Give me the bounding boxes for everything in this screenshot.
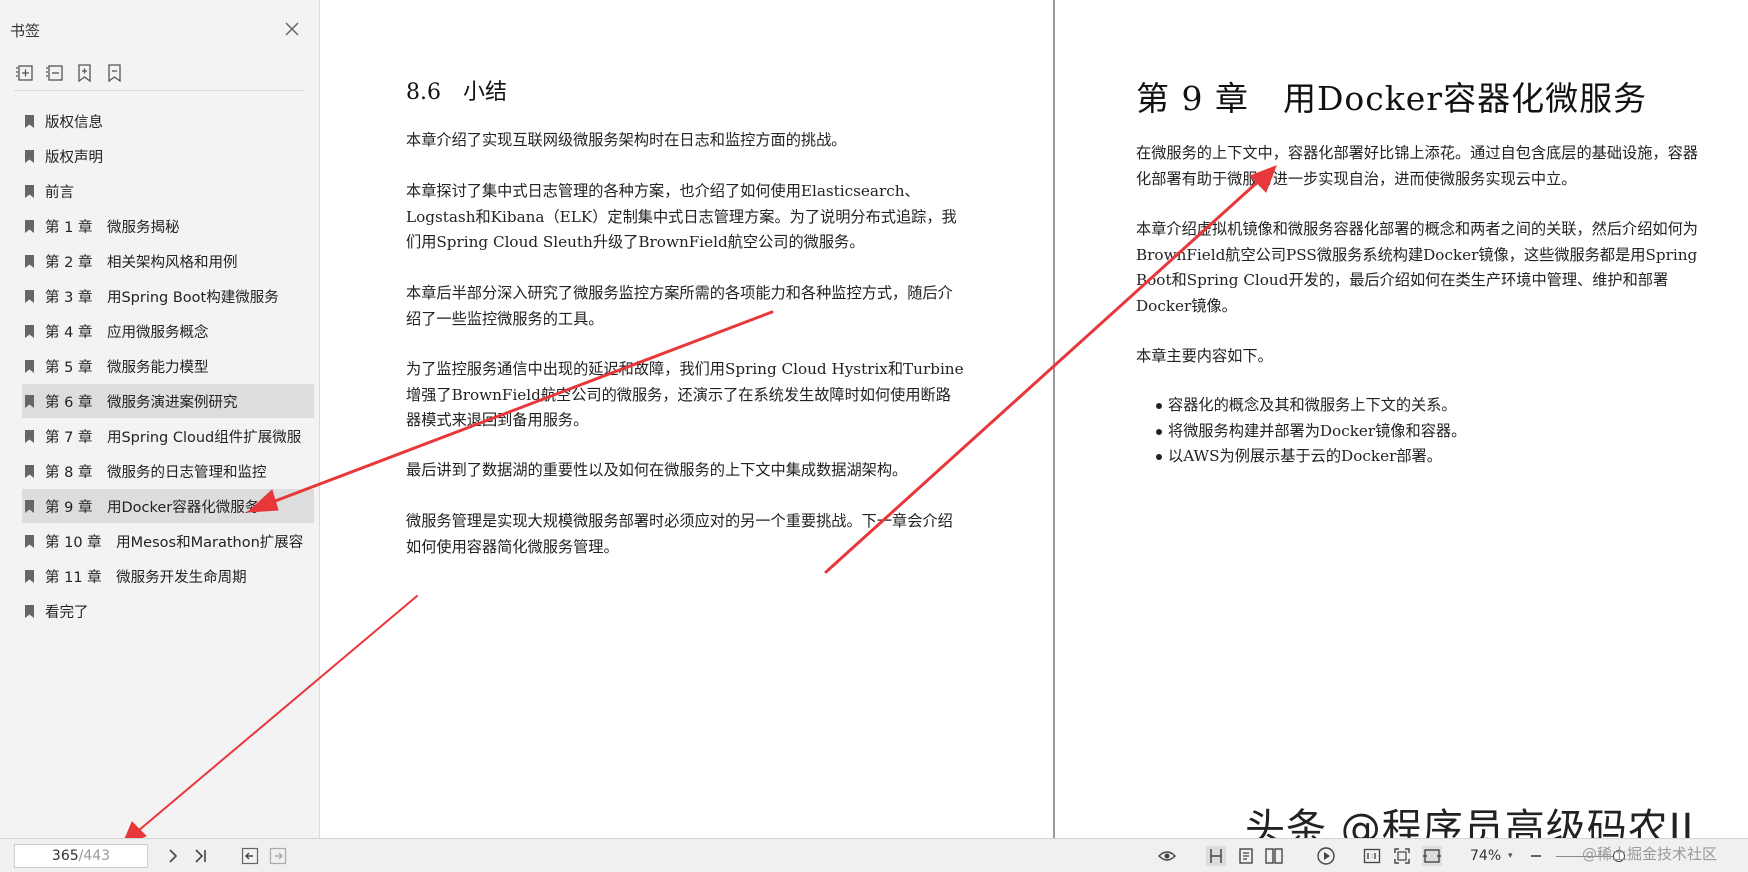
paragraph: 为了监控服务通信中出现的延迟和故障，我们用Spring Cloud Hystri… (406, 360, 964, 429)
bookmark-label: 前言 (45, 184, 74, 201)
bookmark-item[interactable]: 第 6 章 微服务演进案例研究 (22, 384, 314, 418)
delete-bookmark-icon[interactable] (104, 62, 126, 84)
page-number-input[interactable]: 365/443 (14, 844, 148, 868)
fit-width-icon[interactable] (1422, 846, 1442, 866)
bookmark-toolbar (14, 60, 304, 91)
play-icon[interactable] (1316, 846, 1336, 866)
bookmark-label: 第 10 章 用Mesos和Marathon扩展容 (45, 534, 304, 551)
bookmark-label: 第 4 章 应用微服务概念 (45, 324, 209, 341)
list-item: 容器化的概念及其和微服务上下文的关系。 (1136, 393, 1696, 419)
next-page-icon[interactable] (163, 846, 183, 866)
bookmark-item[interactable]: 第 8 章 微服务的日志管理和监控 (22, 454, 314, 488)
paragraph: 本章主要内容如下。 (1136, 347, 1273, 365)
bookmark-label: 第 9 章 用Docker容器化微服务 (45, 499, 260, 516)
bookmark-item[interactable]: 第 4 章 应用微服务概念 (22, 314, 314, 348)
bookmark-item[interactable]: 第 7 章 用Spring Cloud组件扩展微服 (22, 419, 314, 453)
bookmark-item[interactable]: 第 10 章 用Mesos和Marathon扩展容 (22, 524, 314, 558)
bookmark-icon (25, 149, 34, 163)
bookmark-label: 第 2 章 相关架构风格和用例 (45, 254, 238, 271)
bookmark-item[interactable]: 第 11 章 微服务开发生命周期 (22, 559, 314, 593)
bookmark-item[interactable]: 前言 (22, 174, 314, 208)
bookmark-icon (25, 429, 34, 443)
fit-page-icon[interactable] (1392, 846, 1412, 866)
bookmark-panel-title: 书签 (10, 22, 41, 40)
list-item: 以AWS为例展示基于云的Docker部署。 (1136, 444, 1696, 470)
collapse-all-icon[interactable] (44, 62, 66, 84)
bookmark-icon (25, 464, 34, 478)
bookmark-panel: 书签 版权信息 版权声明 前言 第 1 章 微服务揭秘 第 2 章 相关架构风格… (0, 0, 320, 838)
bookmark-label: 第 8 章 微服务的日志管理和监控 (45, 464, 267, 481)
bookmark-label: 第 3 章 用Spring Boot构建微服务 (45, 289, 279, 306)
bookmark-label: 版权信息 (45, 114, 103, 131)
document-page-right: 第 9 章 用Docker容器化微服务 在微服务的上下文中，容器化部署好比锦上添… (1056, 0, 1748, 838)
list-item: 将微服务构建并部署为Docker镜像和容器。 (1136, 419, 1696, 445)
status-bar: 365/443 74% ▾ (0, 838, 1748, 872)
bookmark-icon (25, 289, 34, 303)
last-page-icon[interactable] (191, 846, 211, 866)
single-page-icon[interactable] (1206, 846, 1226, 866)
bookmark-icon (25, 324, 34, 338)
watermark-subtext: @稀土掘金技术社区 (1582, 845, 1718, 863)
bookmark-item[interactable]: 第 1 章 微服务揭秘 (22, 209, 314, 243)
page-divider (1053, 0, 1055, 838)
continuous-icon[interactable] (1236, 846, 1256, 866)
bookmark-item[interactable]: 第 5 章 微服务能力模型 (22, 349, 314, 383)
bookmark-label: 第 6 章 微服务演进案例研究 (45, 394, 238, 411)
actual-size-icon[interactable] (1362, 846, 1382, 866)
close-icon[interactable] (281, 18, 303, 40)
bookmark-icon (25, 254, 34, 268)
document-page-left: 8.6 小结 本章介绍了实现互联网级微服务架构时在日志和监控方面的挑战。 本章探… (322, 0, 1052, 838)
bookmark-item[interactable]: 第 3 章 用Spring Boot构建微服务 (22, 279, 314, 313)
expand-all-icon[interactable] (14, 62, 36, 84)
paragraph: 本章介绍了实现互联网级微服务架构时在日志和监控方面的挑战。 (406, 131, 847, 149)
bookmark-label: 第 5 章 微服务能力模型 (45, 359, 209, 376)
total-pages: /443 (78, 848, 111, 864)
bookmark-icon (25, 359, 34, 373)
paragraph: 本章后半部分深入研究了微服务监控方案所需的各项能力和各种监控方式，随后介绍了一些… (406, 284, 953, 328)
bookmark-icon (25, 499, 34, 513)
forward-icon[interactable] (268, 846, 288, 866)
bookmark-label: 看完了 (45, 604, 89, 621)
zoom-dropdown-icon[interactable]: ▾ (1508, 851, 1513, 861)
back-icon[interactable] (240, 846, 260, 866)
bookmark-label: 第 1 章 微服务揭秘 (45, 219, 180, 236)
section-title: 8.6 小结 (406, 80, 507, 105)
bookmark-icon (25, 114, 34, 128)
bookmark-item[interactable]: 版权信息 (22, 104, 314, 138)
two-page-icon[interactable] (1264, 846, 1284, 866)
bookmark-icon (25, 219, 34, 233)
bullet-list: 容器化的概念及其和微服务上下文的关系。 将微服务构建并部署为Docker镜像和容… (1136, 393, 1696, 470)
bookmark-label: 第 7 章 用Spring Cloud组件扩展微服 (45, 429, 302, 446)
paragraph: 在微服务的上下文中，容器化部署好比锦上添花。通过自包含底层的基础设施，容器化部署… (1136, 144, 1698, 188)
bookmark-item[interactable]: 看完了 (22, 594, 314, 628)
bookmark-icon (25, 184, 34, 198)
bookmark-panel-header: 书签 (0, 0, 320, 60)
bookmark-label: 第 11 章 微服务开发生命周期 (45, 569, 247, 586)
bookmark-icon (25, 394, 34, 408)
bookmark-item[interactable]: 版权声明 (22, 139, 314, 173)
bookmark-item[interactable]: 第 2 章 相关架构风格和用例 (22, 244, 314, 278)
bookmark-label: 版权声明 (45, 149, 103, 166)
current-page: 365 (51, 848, 79, 864)
bookmark-icon (25, 569, 34, 583)
chapter-title: 第 9 章 用Docker容器化微服务 (1136, 79, 1648, 118)
paragraph: 最后讲到了数据湖的重要性以及如何在微服务的上下文中集成数据湖架构。 (406, 461, 908, 479)
bookmark-item-selected[interactable]: 第 9 章 用Docker容器化微服务 (22, 489, 314, 523)
eye-icon[interactable] (1157, 846, 1177, 866)
paragraph: 微服务管理是实现大规模微服务部署时必须应对的另一个重要挑战。下一章会介绍如何使用… (406, 512, 953, 556)
zoom-out-icon[interactable] (1526, 846, 1546, 866)
bookmark-icon (25, 604, 34, 618)
paragraph: 本章探讨了集中式日志管理的各种方案，也介绍了如何使用Elasticsearch、… (406, 182, 957, 251)
zoom-level[interactable]: 74% (1470, 848, 1501, 864)
paragraph: 本章介绍虚拟机镜像和微服务容器化部署的概念和两者之间的关联，然后介绍如何为Bro… (1136, 220, 1698, 315)
add-bookmark-icon[interactable] (74, 62, 96, 84)
bookmark-icon (25, 534, 34, 548)
